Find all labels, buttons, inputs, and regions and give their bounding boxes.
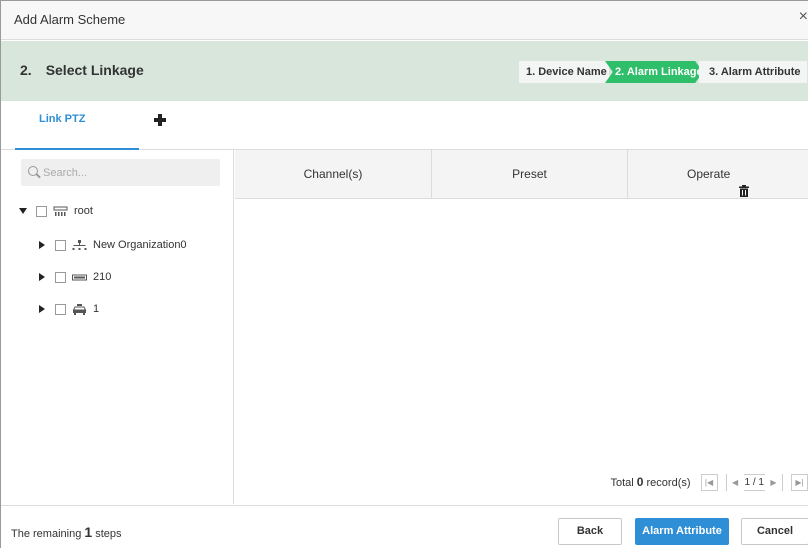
cancel-button[interactable]: Cancel — [741, 518, 808, 545]
tree-node-label[interactable]: 1 — [93, 303, 99, 315]
prev-page-icon[interactable]: ◀ — [726, 473, 744, 491]
tree-node-root: root — [19, 201, 93, 221]
tree-node-organization: New Organization0 — [39, 235, 187, 255]
linkage-tabs: Link PTZ — [1, 102, 808, 150]
device-tree-panel: root New Organization0 210 1 — [1, 150, 234, 504]
step-number: 2. — [20, 62, 32, 78]
column-header-operate-label: Operate — [687, 167, 731, 181]
search-box — [21, 159, 220, 186]
next-page-icon[interactable]: ▶ — [765, 473, 782, 491]
expand-right-icon[interactable] — [39, 241, 45, 249]
tree-checkbox[interactable] — [55, 239, 66, 251]
tree-node-device-1: 1 — [39, 299, 99, 319]
column-header-channels: Channel(s) — [235, 150, 432, 199]
close-icon[interactable]: × — [799, 9, 808, 25]
column-header-operate: Operate — [628, 150, 808, 199]
tree-node-label[interactable]: 210 — [93, 271, 111, 283]
wizard-step-device-name: 1. Device Name — [519, 61, 609, 83]
tree-node-label[interactable]: root — [74, 205, 93, 217]
search-input[interactable] — [43, 159, 213, 186]
organization-icon — [72, 239, 87, 251]
last-page-icon[interactable]: ▶| — [791, 473, 808, 491]
expand-right-icon[interactable] — [39, 305, 45, 313]
tree-checkbox[interactable] — [36, 205, 47, 217]
page-indicator[interactable]: 1 / 1 — [744, 477, 765, 488]
remaining-count: 1 — [84, 524, 93, 540]
page-selector: ◀ 1 / 1 ▶ — [725, 473, 783, 491]
tree-checkbox[interactable] — [55, 303, 66, 315]
dialog-titlebar: Add Alarm Scheme × — [1, 1, 808, 40]
alarm-attribute-button[interactable]: Alarm Attribute — [635, 518, 729, 545]
remaining-prefix: The remaining — [11, 528, 82, 540]
tree-checkbox[interactable] — [55, 271, 66, 283]
back-button[interactable]: Back — [558, 518, 622, 545]
tree-node-device-210: 210 — [39, 267, 111, 287]
wizard-step-alarm-attribute: 3. Alarm Attribute — [699, 61, 807, 83]
ptz-linkage-table: Channel(s) Preset Operate Total 0 record… — [235, 150, 808, 504]
tree-node-label[interactable]: New Organization0 — [93, 239, 187, 251]
wizard-progress: 1. Device Name 2. Alarm Linkage 3. Alarm… — [519, 61, 807, 83]
step-title-text: Select Linkage — [45, 62, 144, 78]
device-root-icon — [53, 206, 68, 217]
plus-icon[interactable] — [154, 114, 166, 126]
record-total-count: 0 — [636, 475, 644, 489]
add-alarm-scheme-dialog: Add Alarm Scheme × 2. Select Linkage 1. D… — [0, 0, 808, 548]
expand-right-icon[interactable] — [39, 273, 45, 281]
record-total-prefix: Total — [610, 477, 634, 489]
column-header-preset: Preset — [432, 150, 628, 199]
wizard-step-alarm-linkage: 2. Alarm Linkage — [605, 61, 703, 83]
nvr-device-icon — [72, 272, 87, 283]
record-total: Total 0 record(s) — [610, 475, 690, 489]
trash-icon[interactable] — [739, 169, 749, 197]
pagination: Total 0 record(s) |◀ ◀ 1 / 1 ▶ ▶| — [610, 473, 808, 491]
remaining-suffix: steps — [95, 528, 122, 540]
table-header: Channel(s) Preset Operate — [235, 150, 808, 199]
vehicle-icon — [72, 303, 87, 315]
record-total-suffix: record(s) — [646, 477, 691, 489]
step-header: 2. Select Linkage 1. Device Name 2. Alarm… — [1, 41, 808, 101]
dialog-footer: The remaining 1 steps Back Alarm Attribu… — [1, 505, 808, 548]
remaining-steps: The remaining 1 steps — [11, 524, 122, 540]
first-page-icon[interactable]: |◀ — [700, 473, 718, 491]
tab-link-ptz-label: Link PTZ — [39, 113, 86, 125]
step-title: 2. Select Linkage — [20, 62, 144, 78]
tab-link-ptz[interactable]: Link PTZ — [15, 102, 139, 150]
dialog-title: Add Alarm Scheme — [14, 12, 126, 27]
search-icon — [28, 166, 38, 176]
expand-down-icon[interactable] — [19, 208, 27, 214]
